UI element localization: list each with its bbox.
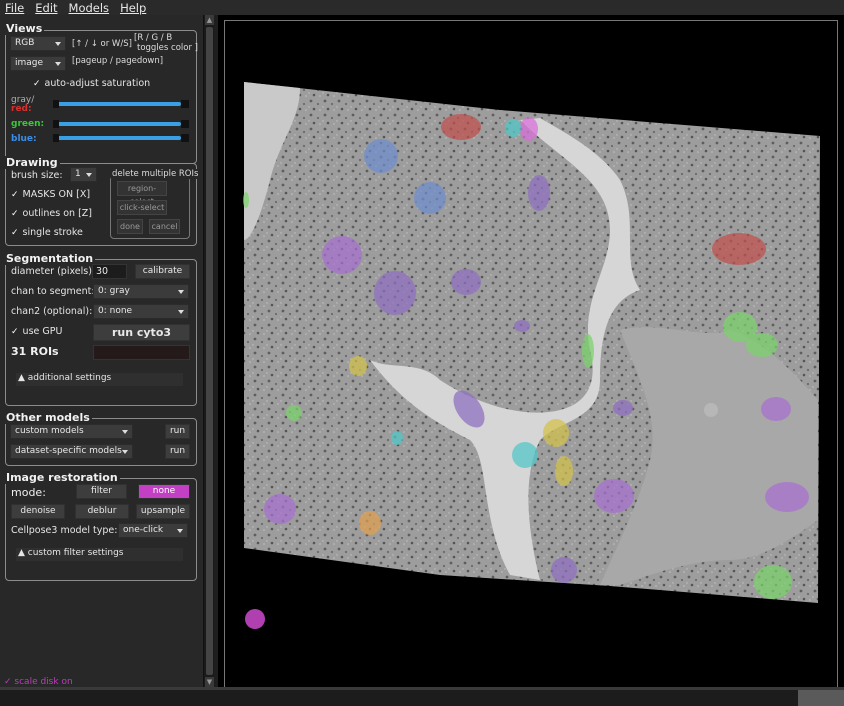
roi[interactable] [712, 233, 766, 265]
roi[interactable] [543, 419, 569, 447]
roi[interactable] [765, 482, 809, 512]
roi[interactable] [505, 119, 521, 137]
scale-disk [245, 609, 265, 629]
roi[interactable] [551, 557, 577, 583]
roi[interactable] [451, 269, 481, 295]
roi[interactable] [514, 320, 530, 332]
status-strip [0, 687, 844, 690]
roi[interactable] [746, 333, 778, 357]
roi[interactable] [594, 479, 634, 513]
roi[interactable] [414, 182, 446, 214]
roi[interactable] [364, 139, 398, 173]
roi[interactable] [520, 117, 538, 141]
roi[interactable] [528, 175, 550, 211]
roi[interactable] [613, 400, 633, 416]
roi[interactable] [322, 236, 362, 274]
roi[interactable] [349, 356, 367, 376]
roi[interactable] [512, 442, 538, 468]
roi[interactable] [391, 431, 403, 445]
roi[interactable] [359, 511, 381, 535]
microscopy-image[interactable] [0, 0, 844, 706]
roi[interactable] [441, 114, 481, 140]
roi[interactable] [243, 192, 249, 208]
roi[interactable] [761, 397, 791, 421]
roi[interactable] [374, 271, 416, 315]
roi[interactable] [555, 456, 573, 486]
roi[interactable] [754, 565, 792, 599]
status-bar [0, 687, 844, 706]
roi[interactable] [582, 334, 594, 368]
roi[interactable] [286, 405, 302, 421]
status-badge [798, 690, 844, 706]
roi[interactable] [264, 494, 296, 524]
roi[interactable] [704, 403, 718, 417]
